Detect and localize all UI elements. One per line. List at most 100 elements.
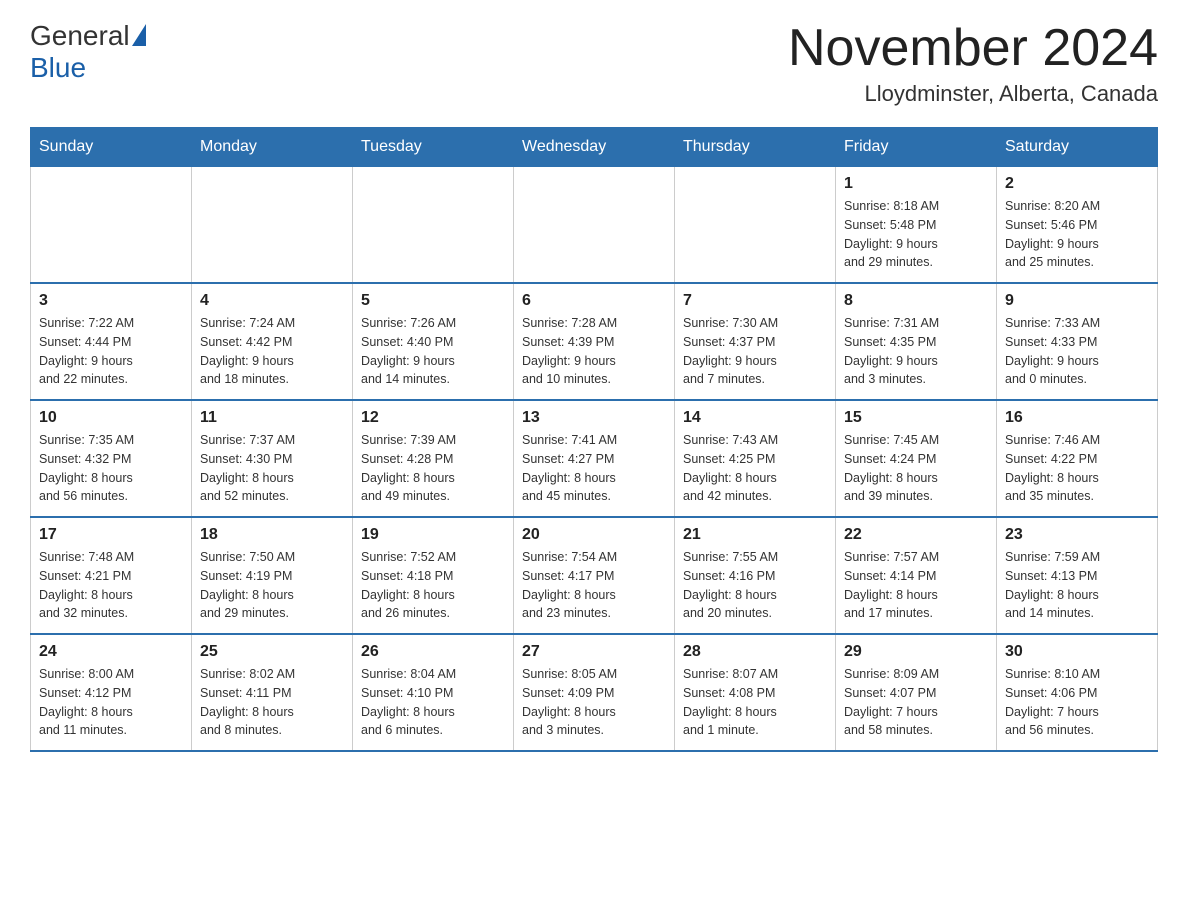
week-row-2: 3 Sunrise: 7:22 AM Sunset: 4:44 PM Daylig… [31, 283, 1158, 400]
calendar-title: November 2024 [788, 20, 1158, 77]
day-cell: 13 Sunrise: 7:41 AM Sunset: 4:27 PM Dayli… [514, 400, 675, 517]
day-cell: 11 Sunrise: 7:37 AM Sunset: 4:30 PM Dayli… [192, 400, 353, 517]
weekday-header-tuesday: Tuesday [353, 128, 514, 167]
day-cell: 1 Sunrise: 8:18 AM Sunset: 5:48 PM Daylig… [836, 167, 997, 284]
day-info: Sunrise: 7:50 AM Sunset: 4:19 PM Dayligh… [200, 548, 344, 623]
day-number: 26 [361, 643, 505, 661]
day-cell [675, 167, 836, 284]
day-cell: 21 Sunrise: 7:55 AM Sunset: 4:16 PM Dayli… [675, 517, 836, 634]
day-number: 9 [1005, 292, 1149, 310]
day-info: Sunrise: 7:59 AM Sunset: 4:13 PM Dayligh… [1005, 548, 1149, 623]
week-row-4: 17Sunrise: 7:48 AM Sunset: 4:21 PM Dayli… [31, 517, 1158, 634]
day-number: 3 [39, 292, 183, 310]
day-info: Sunrise: 7:55 AM Sunset: 4:16 PM Dayligh… [683, 548, 827, 623]
day-cell: 27Sunrise: 8:05 AM Sunset: 4:09 PM Dayli… [514, 634, 675, 751]
day-info: Sunrise: 8:07 AM Sunset: 4:08 PM Dayligh… [683, 665, 827, 740]
day-number: 23 [1005, 526, 1149, 544]
day-info: Sunrise: 7:28 AM Sunset: 4:39 PM Dayligh… [522, 314, 666, 389]
header: General Blue November 2024 Lloydminster,… [30, 20, 1158, 107]
day-number: 1 [844, 175, 988, 193]
logo-general-text: General [30, 20, 130, 52]
day-cell: 15Sunrise: 7:45 AM Sunset: 4:24 PM Dayli… [836, 400, 997, 517]
day-number: 22 [844, 526, 988, 544]
day-number: 5 [361, 292, 505, 310]
day-info: Sunrise: 8:10 AM Sunset: 4:06 PM Dayligh… [1005, 665, 1149, 740]
title-area: November 2024 Lloydminster, Alberta, Can… [788, 20, 1158, 107]
day-info: Sunrise: 8:20 AM Sunset: 5:46 PM Dayligh… [1005, 197, 1149, 272]
day-cell: 17Sunrise: 7:48 AM Sunset: 4:21 PM Dayli… [31, 517, 192, 634]
day-cell: 6 Sunrise: 7:28 AM Sunset: 4:39 PM Daylig… [514, 283, 675, 400]
day-info: Sunrise: 7:41 AM Sunset: 4:27 PM Dayligh… [522, 431, 666, 506]
day-cell: 10 Sunrise: 7:35 AM Sunset: 4:32 PM Dayli… [31, 400, 192, 517]
weekday-header-sunday: Sunday [31, 128, 192, 167]
day-cell: 12 Sunrise: 7:39 AM Sunset: 4:28 PM Dayli… [353, 400, 514, 517]
day-info: Sunrise: 7:35 AM Sunset: 4:32 PM Dayligh… [39, 431, 183, 506]
day-cell: 14Sunrise: 7:43 AM Sunset: 4:25 PM Dayli… [675, 400, 836, 517]
day-number: 18 [200, 526, 344, 544]
day-info: Sunrise: 7:54 AM Sunset: 4:17 PM Dayligh… [522, 548, 666, 623]
day-info: Sunrise: 7:46 AM Sunset: 4:22 PM Dayligh… [1005, 431, 1149, 506]
day-number: 12 [361, 409, 505, 427]
week-row-5: 24 Sunrise: 8:00 AM Sunset: 4:12 PM Dayli… [31, 634, 1158, 751]
day-info: Sunrise: 7:24 AM Sunset: 4:42 PM Dayligh… [200, 314, 344, 389]
calendar-subtitle: Lloydminster, Alberta, Canada [788, 81, 1158, 107]
calendar-table: SundayMondayTuesdayWednesdayThursdayFrid… [30, 127, 1158, 752]
weekday-header-thursday: Thursday [675, 128, 836, 167]
day-cell: 23 Sunrise: 7:59 AM Sunset: 4:13 PM Dayli… [997, 517, 1158, 634]
week-row-3: 10 Sunrise: 7:35 AM Sunset: 4:32 PM Dayli… [31, 400, 1158, 517]
day-number: 10 [39, 409, 183, 427]
day-cell [31, 167, 192, 284]
day-cell: 26 Sunrise: 8:04 AM Sunset: 4:10 PM Dayli… [353, 634, 514, 751]
day-info: Sunrise: 8:09 AM Sunset: 4:07 PM Dayligh… [844, 665, 988, 740]
day-cell: 19Sunrise: 7:52 AM Sunset: 4:18 PM Dayli… [353, 517, 514, 634]
day-cell: 30Sunrise: 8:10 AM Sunset: 4:06 PM Dayli… [997, 634, 1158, 751]
day-number: 8 [844, 292, 988, 310]
day-info: Sunrise: 7:22 AM Sunset: 4:44 PM Dayligh… [39, 314, 183, 389]
day-info: Sunrise: 8:04 AM Sunset: 4:10 PM Dayligh… [361, 665, 505, 740]
day-number: 15 [844, 409, 988, 427]
day-number: 13 [522, 409, 666, 427]
day-info: Sunrise: 7:26 AM Sunset: 4:40 PM Dayligh… [361, 314, 505, 389]
day-number: 28 [683, 643, 827, 661]
day-number: 27 [522, 643, 666, 661]
day-number: 21 [683, 526, 827, 544]
day-info: Sunrise: 8:02 AM Sunset: 4:11 PM Dayligh… [200, 665, 344, 740]
day-cell: 7 Sunrise: 7:30 AM Sunset: 4:37 PM Daylig… [675, 283, 836, 400]
day-number: 14 [683, 409, 827, 427]
day-cell: 29Sunrise: 8:09 AM Sunset: 4:07 PM Dayli… [836, 634, 997, 751]
day-number: 7 [683, 292, 827, 310]
day-number: 11 [200, 409, 344, 427]
day-info: Sunrise: 8:18 AM Sunset: 5:48 PM Dayligh… [844, 197, 988, 272]
day-cell: 22 Sunrise: 7:57 AM Sunset: 4:14 PM Dayli… [836, 517, 997, 634]
day-info: Sunrise: 8:00 AM Sunset: 4:12 PM Dayligh… [39, 665, 183, 740]
day-number: 6 [522, 292, 666, 310]
day-number: 16 [1005, 409, 1149, 427]
day-cell: 9Sunrise: 7:33 AM Sunset: 4:33 PM Daylig… [997, 283, 1158, 400]
day-cell [353, 167, 514, 284]
day-cell: 20 Sunrise: 7:54 AM Sunset: 4:17 PM Dayli… [514, 517, 675, 634]
day-cell [514, 167, 675, 284]
weekday-header-monday: Monday [192, 128, 353, 167]
day-cell: 5 Sunrise: 7:26 AM Sunset: 4:40 PM Daylig… [353, 283, 514, 400]
day-info: Sunrise: 7:39 AM Sunset: 4:28 PM Dayligh… [361, 431, 505, 506]
day-number: 4 [200, 292, 344, 310]
weekday-header-saturday: Saturday [997, 128, 1158, 167]
day-info: Sunrise: 7:48 AM Sunset: 4:21 PM Dayligh… [39, 548, 183, 623]
logo-triangle-icon [132, 24, 146, 46]
day-info: Sunrise: 7:57 AM Sunset: 4:14 PM Dayligh… [844, 548, 988, 623]
day-cell: 2Sunrise: 8:20 AM Sunset: 5:46 PM Daylig… [997, 167, 1158, 284]
logo: General Blue [30, 20, 146, 84]
day-cell: 3 Sunrise: 7:22 AM Sunset: 4:44 PM Daylig… [31, 283, 192, 400]
day-cell: 4 Sunrise: 7:24 AM Sunset: 4:42 PM Daylig… [192, 283, 353, 400]
day-number: 20 [522, 526, 666, 544]
day-cell: 25Sunrise: 8:02 AM Sunset: 4:11 PM Dayli… [192, 634, 353, 751]
day-info: Sunrise: 7:30 AM Sunset: 4:37 PM Dayligh… [683, 314, 827, 389]
day-number: 24 [39, 643, 183, 661]
day-info: Sunrise: 7:37 AM Sunset: 4:30 PM Dayligh… [200, 431, 344, 506]
day-cell [192, 167, 353, 284]
calendar-header: SundayMondayTuesdayWednesdayThursdayFrid… [31, 128, 1158, 167]
weekday-header-wednesday: Wednesday [514, 128, 675, 167]
day-cell: 24 Sunrise: 8:00 AM Sunset: 4:12 PM Dayli… [31, 634, 192, 751]
week-row-1: 1 Sunrise: 8:18 AM Sunset: 5:48 PM Daylig… [31, 167, 1158, 284]
day-info: Sunrise: 7:31 AM Sunset: 4:35 PM Dayligh… [844, 314, 988, 389]
